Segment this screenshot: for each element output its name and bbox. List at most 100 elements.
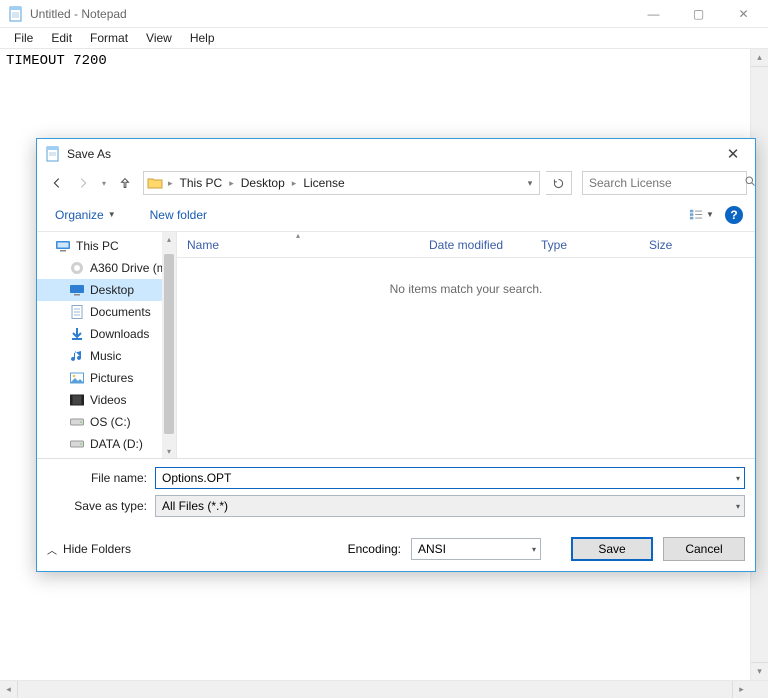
folder-icon <box>144 175 166 191</box>
tree-item-label: OS (C:) <box>90 415 131 429</box>
tree-item-downloads[interactable]: Downloads <box>37 323 176 345</box>
dialog-toolbar: Organize▼ New folder ▼ ? <box>37 198 755 232</box>
hide-folders-button[interactable]: ︿ Hide Folders <box>47 542 131 557</box>
tree-item-music[interactable]: Music <box>37 345 176 367</box>
tree-item-label: Desktop <box>90 283 134 297</box>
chevron-right-icon[interactable]: ▸ <box>227 178 236 189</box>
search-input[interactable] <box>589 176 744 190</box>
tree-item-os-c-[interactable]: OS (C:) <box>37 411 176 433</box>
pics-icon <box>69 370 85 386</box>
notepad-titlebar: Untitled - Notepad — ▢ ✕ <box>0 0 768 28</box>
menu-file[interactable]: File <box>6 29 41 47</box>
nav-back-button[interactable] <box>45 171 69 195</box>
tree-item-pictures[interactable]: Pictures <box>37 367 176 389</box>
menu-edit[interactable]: Edit <box>43 29 80 47</box>
help-button[interactable]: ? <box>725 206 743 224</box>
scroll-right-icon[interactable]: ▸ <box>732 681 750 698</box>
notepad-icon <box>8 6 24 22</box>
chevron-right-icon[interactable]: ▸ <box>166 178 175 189</box>
tree-item-label: Documents <box>90 305 151 319</box>
breadcrumb-this-pc[interactable]: This PC <box>175 172 228 194</box>
chevron-down-icon[interactable]: ▾ <box>736 502 740 511</box>
column-name[interactable]: Name▴ <box>177 232 419 257</box>
menu-help[interactable]: Help <box>182 29 223 47</box>
column-size[interactable]: Size <box>639 232 755 257</box>
scroll-up-icon[interactable]: ▴ <box>751 49 768 67</box>
dialog-nav: ▾ ▸ This PC ▸ Desktop ▸ License ▾ <box>37 168 755 198</box>
chevron-right-icon[interactable]: ▸ <box>290 178 299 189</box>
tree-item-label: This PC <box>76 239 119 253</box>
chevron-down-icon[interactable]: ▾ <box>532 545 536 554</box>
menu-format[interactable]: Format <box>82 29 136 47</box>
video-icon <box>69 392 85 408</box>
filename-label: File name: <box>47 471 147 485</box>
filename-input[interactable]: Options.OPT▾ <box>155 467 745 489</box>
tree-item-documents[interactable]: Documents <box>37 301 176 323</box>
refresh-button[interactable] <box>546 171 572 195</box>
column-date[interactable]: Date modified <box>419 232 531 257</box>
search-box[interactable] <box>582 171 747 195</box>
encoding-label: Encoding: <box>348 542 401 556</box>
scroll-down-icon[interactable]: ▾ <box>751 662 768 680</box>
dialog-titlebar[interactable]: Save As ✕ <box>37 139 755 168</box>
docs-icon <box>69 304 85 320</box>
dialog-footer: ︿ Hide Folders Encoding: ANSI▾ Save Canc… <box>37 527 755 571</box>
save-button[interactable]: Save <box>571 537 653 561</box>
dialog-fields: File name: Options.OPT▾ Save as type: Al… <box>37 458 755 527</box>
tree-item-this-pc[interactable]: This PC <box>37 235 176 257</box>
chevron-down-icon: ▼ <box>706 210 714 219</box>
tree-item-desktop[interactable]: Desktop <box>37 279 176 301</box>
filetype-label: Save as type: <box>47 499 147 513</box>
column-type[interactable]: Type <box>531 232 639 257</box>
empty-message: No items match your search. <box>177 258 755 458</box>
tree-item-label: Downloads <box>90 327 149 341</box>
new-folder-button[interactable]: New folder <box>144 204 213 226</box>
nav-up-button[interactable] <box>113 171 137 195</box>
close-button[interactable]: ✕ <box>721 1 766 27</box>
scroll-thumb[interactable] <box>164 254 174 434</box>
resize-grip[interactable] <box>750 681 768 699</box>
sort-indicator-icon: ▴ <box>296 231 300 240</box>
disk-icon <box>69 414 85 430</box>
tree-item-data-d-[interactable]: DATA (D:) <box>37 433 176 455</box>
dialog-close-button[interactable]: ✕ <box>715 142 751 166</box>
chevron-up-icon: ︿ <box>47 542 57 557</box>
a360-icon <box>69 260 85 276</box>
tree-item-label: Music <box>90 349 121 363</box>
menu-view[interactable]: View <box>138 29 180 47</box>
dialog-icon <box>45 146 61 162</box>
organize-button[interactable]: Organize▼ <box>49 204 122 226</box>
encoding-select[interactable]: ANSI▾ <box>411 538 541 560</box>
tree-item-a360-drive-markus-[interactable]: A360 Drive (markus) <box>37 257 176 279</box>
save-as-dialog: Save As ✕ ▾ ▸ This PC ▸ Desktop ▸ Licens… <box>36 138 756 572</box>
nav-history-button[interactable]: ▾ <box>97 171 111 195</box>
tree-item-videos[interactable]: Videos <box>37 389 176 411</box>
maximize-button[interactable]: ▢ <box>676 1 721 27</box>
disk-icon <box>69 436 85 452</box>
horizontal-scrollbar[interactable]: ◂ ▸ <box>0 680 768 698</box>
filetype-select[interactable]: All Files (*.*)▾ <box>155 495 745 517</box>
folder-tree[interactable]: This PC A360 Drive (markus) Desktop Documen… <box>37 232 177 458</box>
view-options-button[interactable]: ▼ <box>685 203 717 227</box>
desktop-icon <box>69 282 85 298</box>
minimize-button[interactable]: — <box>631 1 676 27</box>
tree-item-label: DATA (D:) <box>90 437 143 451</box>
scroll-left-icon[interactable]: ◂ <box>0 681 18 698</box>
down-icon <box>69 326 85 342</box>
address-dropdown-icon[interactable]: ▾ <box>521 178 539 189</box>
nav-forward-button[interactable] <box>71 171 95 195</box>
tree-scrollbar[interactable]: ▴ ▾ <box>162 232 176 458</box>
tree-item-label: Videos <box>90 393 126 407</box>
search-icon <box>744 175 757 191</box>
address-bar[interactable]: ▸ This PC ▸ Desktop ▸ License ▾ <box>143 171 540 195</box>
chevron-down-icon: ▼ <box>108 210 116 219</box>
breadcrumb-license[interactable]: License <box>298 172 349 194</box>
chevron-down-icon[interactable]: ▾ <box>736 474 740 483</box>
scroll-up-icon[interactable]: ▴ <box>162 232 176 246</box>
scroll-down-icon[interactable]: ▾ <box>162 444 176 458</box>
notepad-title: Untitled - Notepad <box>30 7 631 21</box>
music-icon <box>69 348 85 364</box>
cancel-button[interactable]: Cancel <box>663 537 745 561</box>
tree-item-label: Pictures <box>90 371 133 385</box>
breadcrumb-desktop[interactable]: Desktop <box>236 172 290 194</box>
